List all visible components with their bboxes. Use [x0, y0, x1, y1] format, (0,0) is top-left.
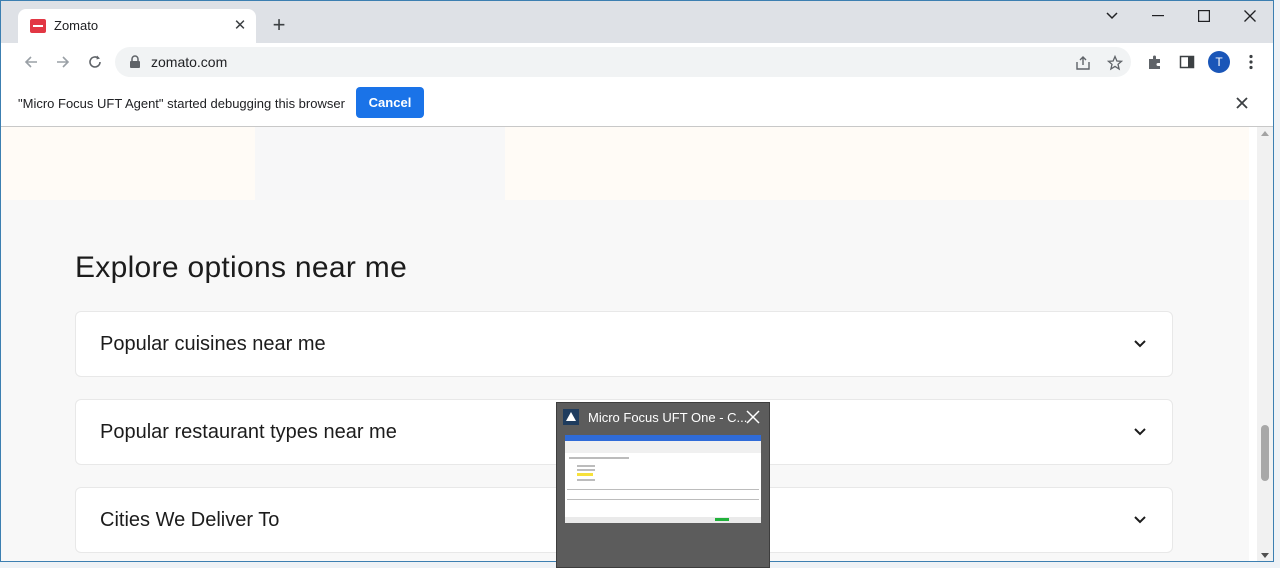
thumbnail-progress: [715, 518, 729, 521]
image-placeholder: [255, 127, 505, 200]
minimize-button[interactable]: [1135, 1, 1181, 31]
url-text[interactable]: zomato.com: [151, 54, 227, 70]
chevron-down-icon: [1134, 428, 1146, 436]
infobar-message: "Micro Focus UFT Agent" started debuggin…: [18, 96, 345, 111]
thumbnail-line: [567, 489, 759, 490]
new-tab-button[interactable]: +: [267, 14, 291, 38]
star-icon: [1107, 55, 1123, 71]
debugging-infobar: "Micro Focus UFT Agent" started debuggin…: [1, 81, 1273, 127]
tab-search-button[interactable]: [1089, 1, 1135, 31]
accordion-label: Popular cuisines near me: [100, 333, 326, 355]
window-thumbnail: [565, 435, 761, 523]
cancel-button[interactable]: Cancel: [356, 87, 424, 118]
tab-close-icon[interactable]: ✕: [230, 16, 250, 36]
thumbnail-line: [569, 457, 629, 459]
back-arrow-icon: [24, 56, 37, 68]
thumbnail-line: [577, 465, 595, 467]
back-button[interactable]: [19, 50, 43, 74]
reload-icon: [89, 55, 101, 68]
side-panel-button[interactable]: [1176, 51, 1198, 73]
thumbnail-statusbar: [565, 517, 761, 523]
thumbnail-line: [577, 469, 595, 471]
accordion-label: Cities We Deliver To: [100, 509, 280, 531]
tab-strip: Zomato ✕ +: [1, 1, 1273, 43]
preview-title: Micro Focus UFT One - C...: [588, 410, 748, 425]
zomato-favicon-icon: [30, 19, 46, 33]
share-button[interactable]: [1073, 53, 1093, 73]
chevron-down-icon: [1106, 12, 1118, 20]
tab-title: Zomato: [54, 18, 99, 33]
lock-icon[interactable]: [129, 55, 141, 69]
address-bar[interactable]: zomato.com: [115, 47, 1131, 77]
extensions-button[interactable]: [1144, 51, 1166, 73]
close-icon: [1244, 10, 1256, 22]
browser-toolbar: zomato.com T: [1, 43, 1273, 81]
side-panel-icon: [1179, 55, 1195, 69]
reload-button[interactable]: [83, 50, 107, 74]
scroll-down-arrow-icon[interactable]: [1261, 553, 1269, 558]
kebab-menu-icon: [1249, 54, 1253, 70]
top-section: [1, 127, 1249, 200]
maximize-button[interactable]: [1181, 1, 1227, 31]
accordion-label: Popular restaurant types near me: [100, 421, 397, 443]
puzzle-icon: [1149, 55, 1160, 69]
forward-arrow-icon: [57, 56, 70, 68]
bookmark-button[interactable]: [1105, 53, 1125, 73]
uft-app-icon: [563, 409, 579, 425]
tab-zomato[interactable]: Zomato ✕: [18, 9, 256, 43]
share-icon: [1076, 56, 1090, 70]
taskbar-window-preview[interactable]: Micro Focus UFT One - C...: [556, 402, 770, 568]
minimize-icon: [1152, 15, 1164, 17]
chevron-down-icon: [1134, 340, 1146, 348]
infobar-close-button[interactable]: [1233, 94, 1251, 112]
thumbnail-highlight: [577, 473, 593, 476]
page-heading: Explore options near me: [75, 251, 408, 284]
page-scrollbar[interactable]: [1257, 127, 1273, 561]
forward-button[interactable]: [51, 50, 75, 74]
menu-button[interactable]: [1240, 51, 1262, 73]
thumbnail-line: [567, 499, 759, 500]
maximize-icon: [1198, 10, 1210, 22]
scroll-up-arrow-icon[interactable]: [1261, 131, 1269, 136]
chevron-down-icon: [1134, 516, 1146, 524]
scrollbar-thumb[interactable]: [1261, 425, 1269, 481]
thumbnail-toolbar: [565, 441, 761, 453]
window-close-button[interactable]: [1227, 1, 1273, 31]
thumbnail-line: [577, 479, 595, 481]
close-icon: [1236, 97, 1248, 109]
profile-avatar[interactable]: T: [1208, 51, 1230, 73]
close-icon[interactable]: [745, 409, 761, 425]
accordion-popular-cuisines[interactable]: Popular cuisines near me: [75, 311, 1173, 377]
